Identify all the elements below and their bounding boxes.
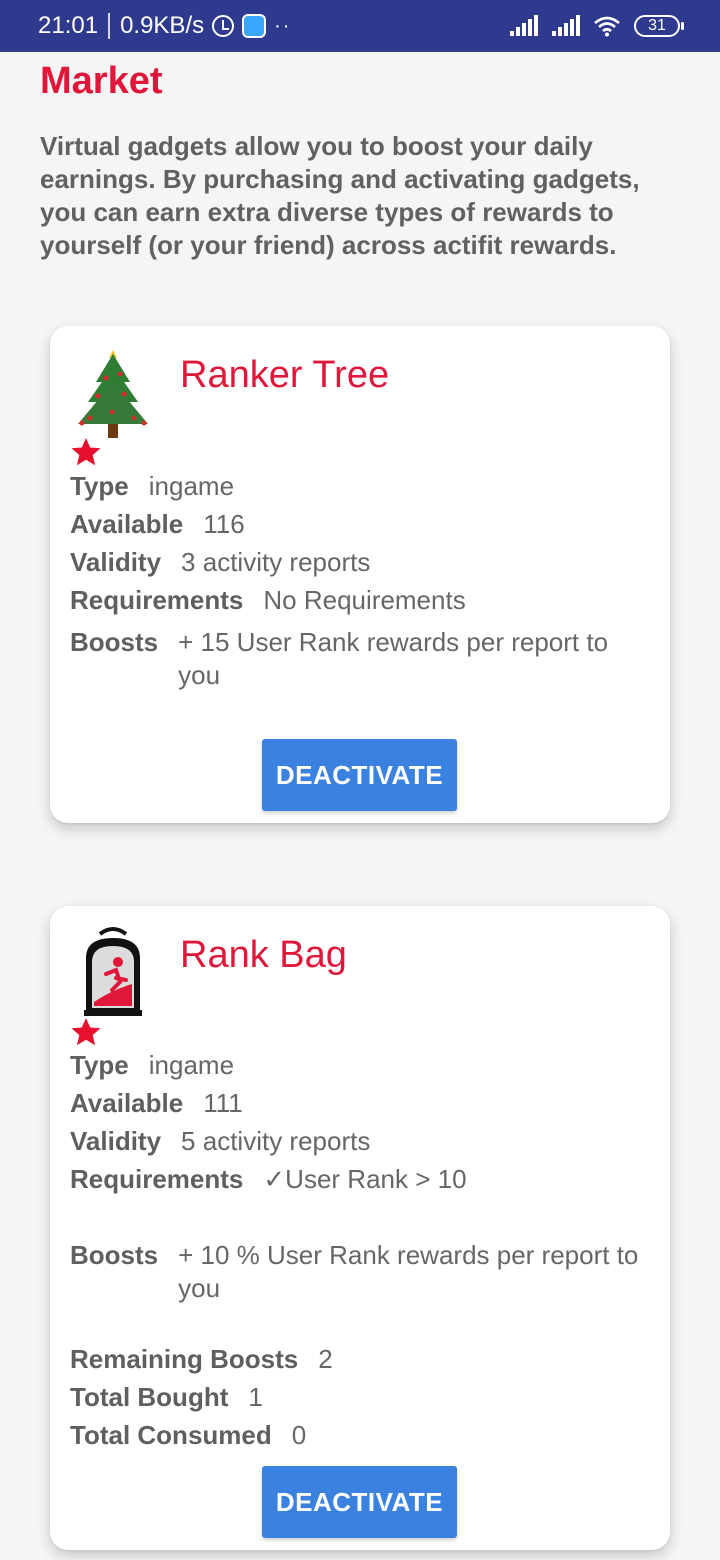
- market-page: Market Virtual gadgets allow you to boos…: [0, 52, 720, 1560]
- battery-icon: 31: [634, 15, 684, 37]
- validity-value: 5 activity reports: [181, 1126, 371, 1156]
- total-bought-value: 1: [248, 1382, 263, 1412]
- boosts-value: + 15 User Rank rewards per report to you: [178, 627, 609, 690]
- boosts-label: Boosts: [70, 627, 159, 657]
- type-label: Type: [70, 471, 129, 501]
- status-bar: 21:01 0.9KB/s ·· 31: [0, 0, 720, 52]
- available-value: 116: [203, 509, 245, 539]
- total-consumed-value: 0: [291, 1420, 307, 1450]
- network-speed: 0.9KB/s: [120, 12, 205, 39]
- christmas-tree-icon: [78, 350, 148, 438]
- requirements-label: Requirements: [70, 585, 244, 615]
- status-divider: [108, 13, 111, 39]
- alarm-icon: [212, 15, 235, 37]
- signal-icon: [510, 15, 538, 36]
- gadget-card-rank-bag: Rank Bag Type ingame Available 111 Validit…: [50, 906, 670, 1550]
- boosts-label: Boosts: [70, 1240, 159, 1270]
- validity-value: 3 activity reports: [181, 547, 371, 577]
- app-notification-icon: [242, 14, 267, 38]
- gadget-card-ranker-tree: Ranker Tree Type ingame Available 116 Vali…: [50, 326, 670, 823]
- type-value: ingame: [148, 471, 235, 501]
- gadget-name: Ranker Tree: [180, 354, 390, 396]
- requirements-label: Requirements: [70, 1164, 244, 1194]
- intro-text: Virtual gadgets allow you to boost your …: [40, 131, 640, 260]
- validity-label: Validity: [70, 547, 162, 577]
- total-consumed-label: Total Consumed: [70, 1420, 272, 1450]
- remaining-boosts-label: Remaining Boosts: [70, 1344, 299, 1374]
- signal-icon-2: [552, 15, 580, 36]
- deactivate-button[interactable]: DEACTIVATE: [262, 1466, 457, 1538]
- more-dots-icon: ··: [274, 14, 292, 37]
- star-icon: [71, 1018, 101, 1046]
- status-time: 21:01: [38, 12, 99, 39]
- gadget-details: Type ingame Available 116 Validity 3 activi…: [70, 470, 640, 692]
- gadget-name: Rank Bag: [180, 934, 347, 976]
- type-value: ingame: [148, 1050, 235, 1080]
- deactivate-button[interactable]: DEACTIVATE: [262, 739, 457, 811]
- remaining-boosts-value: 2: [318, 1344, 333, 1374]
- backpack-icon: [84, 927, 142, 1016]
- available-value: 111: [203, 1088, 243, 1118]
- wifi-icon: [594, 16, 620, 37]
- validity-label: Validity: [70, 1126, 162, 1156]
- available-label: Available: [70, 509, 184, 539]
- available-label: Available: [70, 1088, 184, 1118]
- requirements-value: ✓User Rank > 10: [263, 1164, 467, 1194]
- star-icon: [71, 438, 101, 466]
- boosts-value: + 10 % User Rank rewards per report to y…: [178, 1240, 639, 1303]
- requirements-value: No Requirements: [263, 585, 466, 615]
- page-title: Market: [40, 60, 163, 102]
- total-bought-label: Total Bought: [70, 1382, 229, 1412]
- gadget-details: Type ingame Available 111 Validity 5 activi…: [70, 1049, 640, 1457]
- type-label: Type: [70, 1050, 129, 1080]
